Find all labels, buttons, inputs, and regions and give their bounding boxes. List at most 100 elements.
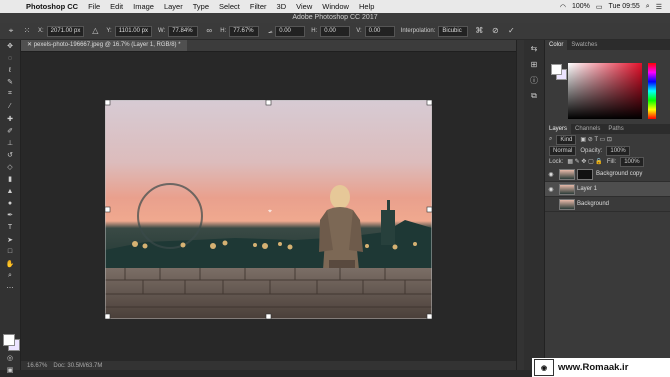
libraries-panel-icon[interactable]: ⧉ <box>524 88 544 104</box>
tab-color[interactable]: Color <box>545 40 568 50</box>
vskew-label: V: <box>356 28 362 34</box>
lock-row: Lock: ▦ ✎ ✥ ▢ 🔒 Fill: 100% <box>545 156 670 167</box>
close-tab-icon[interactable]: ✕ <box>27 42 34 48</box>
cancel-transform-icon[interactable]: ⊘ <box>490 26 500 36</box>
y-label: Y: <box>106 28 112 34</box>
menu-layer[interactable]: Layer <box>164 2 183 11</box>
lock-icons[interactable]: ▦ ✎ ✥ ▢ 🔒 <box>567 158 603 165</box>
shape-tool-icon[interactable]: □ <box>0 246 20 258</box>
relative-position-icon[interactable]: △ <box>90 26 100 36</box>
layer-row[interactable]: ◉ Background copy <box>545 167 670 182</box>
hue-slider[interactable] <box>648 63 656 119</box>
tab-channels[interactable]: Channels <box>571 124 604 134</box>
eraser-tool-icon[interactable]: ◇ <box>0 161 20 173</box>
opacity-field[interactable]: 100% <box>606 145 630 156</box>
layer-name: Background copy <box>596 171 643 177</box>
transform-tool-icon[interactable]: ⌖ <box>6 26 16 36</box>
properties-panel-icon[interactable]: ⊞ <box>524 56 544 72</box>
h-label: H: <box>220 28 227 34</box>
commit-transform-icon[interactable]: ✓ <box>506 26 516 36</box>
color-panel <box>545 50 670 122</box>
menu-app[interactable]: Photoshop CC <box>26 2 78 11</box>
history-brush-tool-icon[interactable]: ↺ <box>0 149 20 161</box>
doc-size[interactable]: Doc: 30.5M/63.7M <box>53 363 102 369</box>
layer-row[interactable]: Background <box>545 197 670 212</box>
visibility-eye-icon[interactable]: ◉ <box>545 171 557 178</box>
brush-tool-icon[interactable]: ✐ <box>0 125 20 137</box>
filter-icons[interactable]: ▣ ⊘ T ▭ ⊡ <box>580 136 612 143</box>
hskew-field[interactable]: 0.00 <box>320 25 351 37</box>
history-panel-icon[interactable]: ⇆ <box>524 40 544 56</box>
photo-canvas[interactable]: ⌖ <box>105 100 432 319</box>
blend-row: Normal Opacity: 100% <box>545 145 670 156</box>
battery-icon[interactable]: ▭ <box>596 3 603 11</box>
lasso-tool-icon[interactable]: ℓ <box>0 64 20 76</box>
menu-file[interactable]: File <box>88 2 100 11</box>
dodge-tool-icon[interactable]: ● <box>0 197 20 209</box>
opacity-label: Opacity: <box>580 147 603 154</box>
menu-window[interactable]: Window <box>322 2 349 11</box>
panel-foreground-swatch[interactable] <box>551 64 562 75</box>
layer-thumbnail <box>559 198 575 210</box>
height-field[interactable]: 77.67% <box>229 25 260 37</box>
blend-mode-select[interactable]: Normal <box>549 145 577 156</box>
color-field[interactable] <box>568 63 642 119</box>
interpolation-label: Interpolation: <box>400 28 436 34</box>
link-icon[interactable]: ∞ <box>204 26 214 36</box>
menu-image[interactable]: Image <box>133 2 154 11</box>
stamp-tool-icon[interactable]: ⊥ <box>0 137 20 149</box>
menu-view[interactable]: View <box>296 2 312 11</box>
pen-tool-icon[interactable]: ✒ <box>0 209 20 221</box>
kind-filter-select[interactable]: Kind <box>556 134 577 145</box>
tab-paths[interactable]: Paths <box>604 124 627 134</box>
hand-tool-icon[interactable]: ✋ <box>0 258 20 270</box>
list-icon[interactable]: ☰ <box>656 3 662 11</box>
foreground-color-swatch[interactable] <box>3 334 15 346</box>
type-tool-icon[interactable]: T <box>0 221 20 233</box>
more-tools-icon[interactable]: ⋯ <box>0 282 20 294</box>
info-panel-icon[interactable]: ⓘ <box>524 72 544 88</box>
wifi-icon[interactable]: ◠ <box>560 3 566 11</box>
path-select-tool-icon[interactable]: ➤ <box>0 234 20 246</box>
blur-tool-icon[interactable]: ▲ <box>0 185 20 197</box>
warp-icon[interactable]: ⌘ <box>474 26 484 36</box>
quick-mask-icon[interactable]: ◎ <box>0 352 20 364</box>
healing-tool-icon[interactable]: ✚ <box>0 113 20 125</box>
zoom-tool-icon[interactable]: ⌕ <box>0 270 20 282</box>
layer-mask-thumbnail[interactable] <box>577 168 593 180</box>
marquee-tool-icon[interactable]: ◌ <box>0 52 20 64</box>
eyedropper-tool-icon[interactable]: ⁄ <box>0 100 20 112</box>
menu-filter[interactable]: Filter <box>250 2 267 11</box>
quick-select-tool-icon[interactable]: ✎ <box>0 76 20 88</box>
vskew-field[interactable]: 0.00 <box>364 25 395 37</box>
width-field[interactable]: 77.84% <box>168 25 199 37</box>
layer-row[interactable]: ◉ Layer 1 <box>545 182 670 197</box>
rotate-field[interactable]: 0.00 <box>275 25 306 37</box>
layer-thumbnail <box>559 168 575 180</box>
fill-field[interactable]: 100% <box>620 156 644 167</box>
move-tool-icon[interactable]: ✥ <box>0 40 20 52</box>
clock[interactable]: Tue 09:55 <box>609 3 640 10</box>
menu-edit[interactable]: Edit <box>110 2 123 11</box>
menu-type[interactable]: Type <box>193 2 209 11</box>
menu-select[interactable]: Select <box>219 2 240 11</box>
screen-mode-icon[interactable]: ▣ <box>0 364 20 376</box>
x-field[interactable]: 2071.00 px <box>46 25 85 37</box>
menu-help[interactable]: Help <box>359 2 374 11</box>
hskew-label: H: <box>311 28 318 34</box>
tab-layers[interactable]: Layers <box>545 124 572 134</box>
reference-point-icon[interactable]: ⁙ <box>22 26 32 36</box>
gradient-tool-icon[interactable]: ▮ <box>0 173 20 185</box>
w-label: W: <box>157 28 166 34</box>
search-icon[interactable]: ⌕ <box>646 3 650 11</box>
layer-filter-row: ⌕ Kind ▣ ⊘ T ▭ ⊡ <box>545 134 670 145</box>
interpolation-select[interactable]: Bicubic <box>438 25 469 37</box>
crop-tool-icon[interactable]: ⌗ <box>0 88 20 100</box>
document-tab[interactable]: ✕ pexels-photo-196667.jpeg @ 16.7% (Laye… <box>21 40 187 51</box>
y-field[interactable]: 1101.00 px <box>114 25 152 37</box>
layers-panel: Layers Channels Paths ⌕ Kind ▣ ⊘ T ▭ ⊡ N… <box>545 124 670 370</box>
tab-swatches[interactable]: Swatches <box>567 40 601 50</box>
menu-3d[interactable]: 3D <box>277 2 287 11</box>
visibility-eye-icon[interactable]: ◉ <box>545 186 557 193</box>
zoom-level[interactable]: 16.67% <box>27 363 47 369</box>
